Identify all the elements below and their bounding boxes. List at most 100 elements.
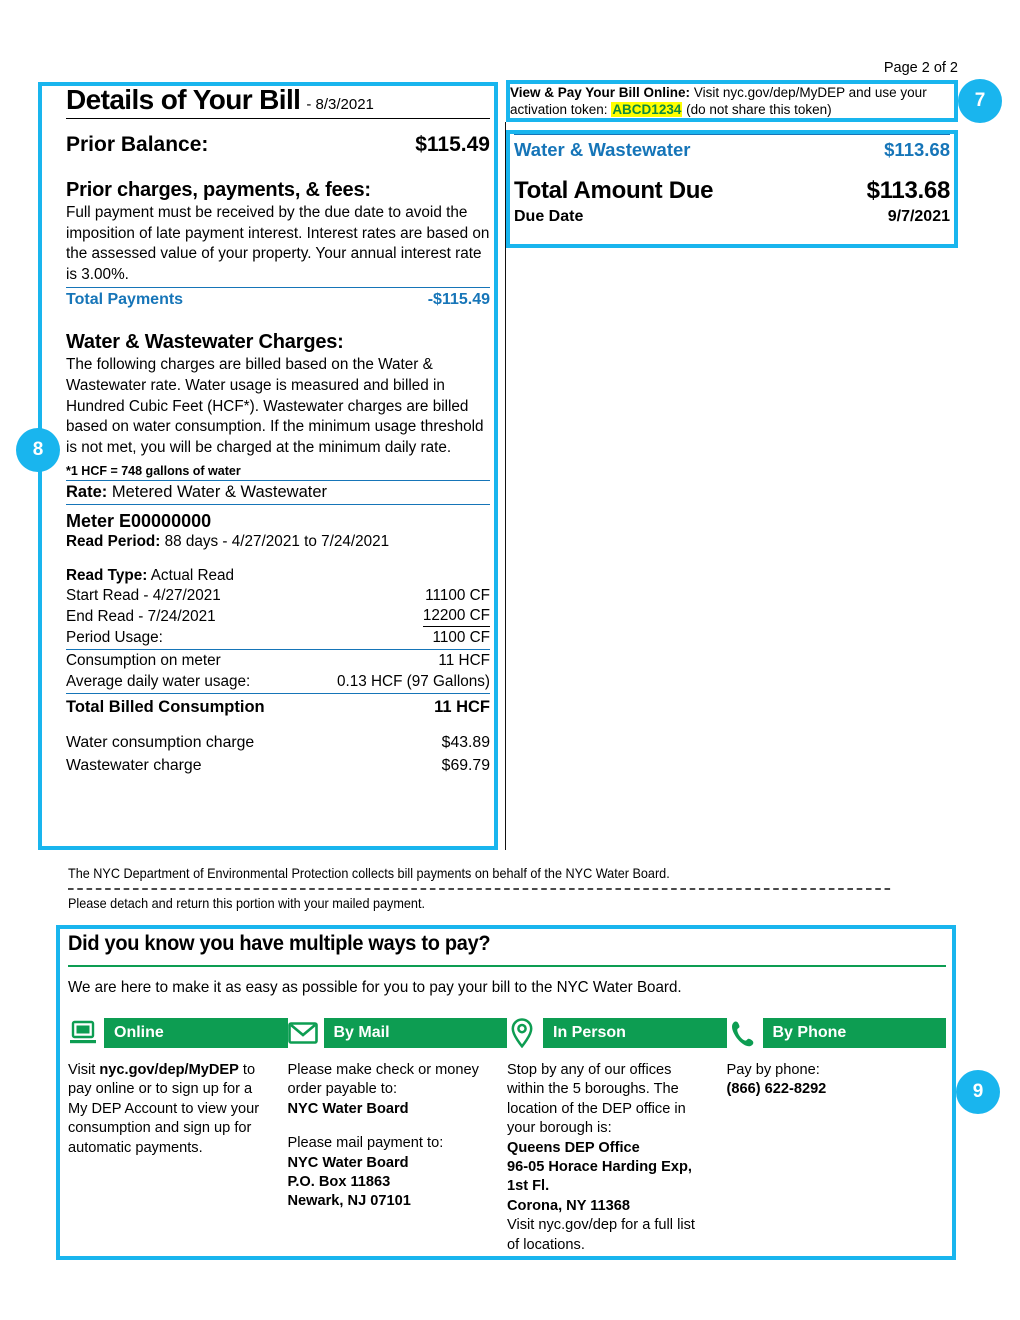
laptop-icon xyxy=(68,1018,98,1048)
pay-method-column: In Person Stop by any of our offices with… xyxy=(507,1017,727,1255)
pay-plain-text: Pay by phone: xyxy=(726,1062,820,1078)
pay-method-label[interactable]: Online xyxy=(104,1018,288,1048)
activation-token-value: ABCD1234 xyxy=(611,102,683,117)
column-divider xyxy=(505,122,506,850)
pay-method-header: By Mail xyxy=(287,1017,507,1049)
average-usage-value: 0.13 HCF (97 Gallons) xyxy=(336,673,490,691)
pay-emphasis-text: nyc.gov/dep/MyDEP xyxy=(99,1062,239,1078)
pay-method-column: Online Visit nyc.gov/dep/MyDEP to pay onl… xyxy=(68,1017,288,1255)
pay-method-body: Please make check or money order payable… xyxy=(288,1061,508,1212)
pay-method-paragraph: Visit nyc.gov/dep/MyDEP to pay online or… xyxy=(68,1061,272,1158)
charge-row: Wastewater charge $69.79 xyxy=(66,754,490,777)
meter-read-row: Start Read - 4/27/2021 11100 CF xyxy=(66,585,490,606)
summary-service-amount: $113.68 xyxy=(884,139,950,160)
detach-dashed-line xyxy=(68,888,891,890)
water-charges-heading: Water & Wastewater Charges: xyxy=(66,331,344,354)
meter-read-value: 11100 CF xyxy=(425,587,490,605)
pay-method-body: Pay by phone: (866) 622-8292 xyxy=(727,1061,947,1100)
pay-plain-text: Visit nyc.gov/dep for a full list of loc… xyxy=(507,1217,695,1253)
bill-details-section: Details of Your Bill - 8/3/2021 Prior Ba… xyxy=(66,84,490,777)
meter-read-label: Period Usage: xyxy=(66,629,163,647)
prior-balance-value: $115.49 xyxy=(415,133,490,156)
ways-to-pay-section: Did you know you have multiple ways to p… xyxy=(68,932,946,1255)
summary-service-row: Water & Wastewater $113.68 xyxy=(514,139,950,177)
bill-title-row: Details of Your Bill - 8/3/2021 xyxy=(66,84,490,119)
meter-read-label: End Read - 7/24/2021 xyxy=(66,608,216,626)
detach-instruction-text: Please detach and return this portion wi… xyxy=(68,896,425,911)
read-period-value: 88 days - 4/27/2021 to 7/24/2021 xyxy=(160,533,390,551)
total-payments-label: Total Payments xyxy=(66,291,184,309)
water-charges-text: The following charges are billed based o… xyxy=(66,356,484,456)
pay-plain-text: Please mail payment to: xyxy=(287,1135,444,1152)
ways-to-pay-rule xyxy=(68,965,946,967)
activation-token-notice: View & Pay Your Bill Online: Visit nyc.g… xyxy=(510,84,948,118)
charges-block: Water consumption charge $43.89 Wastewat… xyxy=(66,731,490,777)
read-period-label: Read Period: xyxy=(66,533,161,551)
rate-value: Metered Water & Wastewater xyxy=(107,483,328,502)
pay-plain-text: Please make check or money order payable… xyxy=(287,1062,479,1098)
total-billed-value: 11 HCF xyxy=(434,698,490,717)
token-notice-lead: View & Pay Your Bill Online: xyxy=(510,85,691,100)
pay-method-label[interactable]: By Mail xyxy=(323,1018,507,1048)
summary-due-row: Due Date 9/7/2021 xyxy=(514,205,950,226)
callout-badge-9: 9 xyxy=(956,1070,1000,1114)
meter-read-value: 12200 CF xyxy=(422,606,490,628)
pay-method-column: By Mail Please make check or money order … xyxy=(287,1017,508,1255)
charge-value: $43.89 xyxy=(441,734,490,752)
average-usage-row: Average daily water usage: 0.13 HCF (97 … xyxy=(66,671,490,695)
ways-to-pay-title: Did you know you have multiple ways to p… xyxy=(68,932,491,955)
pay-method-paragraph: Stop by any of our offices within the 5 … xyxy=(507,1061,711,1255)
charge-label: Wastewater charge xyxy=(66,757,202,775)
pay-emphasis-text: Queens DEP Office 96-05 Horace Harding Ex… xyxy=(507,1139,692,1214)
prior-charges-text: Full payment must be received by the due… xyxy=(66,204,490,283)
summary-total-amount: $113.68 xyxy=(866,177,951,204)
pay-method-column: By Phone Pay by phone: (866) 622-8292 xyxy=(727,1017,947,1255)
pay-emphasis-text: NYC Water Board P.O. Box 11863 Newark, NJ … xyxy=(287,1154,411,1210)
consumption-label: Consumption on meter xyxy=(66,652,221,670)
charge-value: $69.79 xyxy=(441,757,490,775)
pay-plain-text: Visit xyxy=(68,1062,100,1078)
summary-total-label: Total Amount Due xyxy=(514,177,714,204)
consumption-value: 11 HCF xyxy=(438,652,490,670)
meter-read-label: Start Read - 4/27/2021 xyxy=(66,587,221,605)
pay-plain-text: Stop by any of our offices within the 5 … xyxy=(507,1062,686,1137)
envelope-icon xyxy=(287,1018,318,1048)
pay-method-paragraph: Please mail payment to: NYC Water Board P.… xyxy=(288,1134,492,1212)
pay-method-body: Stop by any of our offices within the 5 … xyxy=(507,1061,727,1255)
meter-read-row: Period Usage: 1100 CF xyxy=(66,627,490,651)
total-payments-value: -$115.49 xyxy=(427,291,490,309)
callout-badge-8: 8 xyxy=(16,428,60,472)
detach-notice: The NYC Department of Environmental Prot… xyxy=(68,866,891,911)
pay-method-label[interactable]: In Person xyxy=(543,1018,727,1048)
pay-method-paragraph: Pay by phone: (866) 622-8292 xyxy=(727,1061,931,1100)
meter-read-value: 1100 CF xyxy=(432,629,490,647)
token-notice-after: (do not share this token) xyxy=(682,102,832,117)
ways-to-pay-columns: Online Visit nyc.gov/dep/MyDEP to pay onl… xyxy=(68,1017,946,1255)
ways-to-pay-subtitle: We are here to make it as easy as possib… xyxy=(68,979,682,996)
prior-balance-row: Prior Balance: $115.49 xyxy=(66,133,490,157)
pay-emphasis-text: (866) 622-8292 xyxy=(726,1081,827,1098)
summary-top-rule xyxy=(514,134,950,135)
page-number: Page 2 of 2 xyxy=(883,60,958,76)
meter-read-row: End Read - 7/24/2021 12200 CF xyxy=(66,606,490,628)
read-type-label: Read Type: xyxy=(66,567,148,585)
summary-due-label: Due Date xyxy=(514,208,584,225)
pay-method-header: By Phone xyxy=(727,1017,946,1049)
total-payments-row: Total Payments -$115.49 xyxy=(66,287,490,309)
page-title: Details of Your Bill xyxy=(66,84,301,115)
pay-method-body: Visit nyc.gov/dep/MyDEP to pay online or… xyxy=(68,1061,288,1158)
rate-row: Rate: Metered Water & Wastewater xyxy=(66,481,490,506)
hcf-footnote: *1 HCF = 748 gallons of water xyxy=(66,464,490,482)
amount-due-summary: Water & Wastewater $113.68 Total Amount … xyxy=(514,134,950,226)
pay-method-label[interactable]: By Phone xyxy=(762,1018,946,1048)
total-billed-consumption-row: Total Billed Consumption 11 HCF xyxy=(66,698,490,717)
rate-label: Rate: xyxy=(66,483,108,502)
bill-date: - 8/3/2021 xyxy=(306,96,374,113)
collection-notice-text: The NYC Department of Environmental Prot… xyxy=(68,866,670,881)
callout-badge-7: 7 xyxy=(958,79,1002,123)
summary-total-row: Total Amount Due $113.68 xyxy=(514,177,950,205)
pay-emphasis-text: NYC Water Board xyxy=(287,1100,409,1117)
pay-method-paragraph: Please make check or money order payable… xyxy=(288,1061,492,1119)
total-billed-label: Total Billed Consumption xyxy=(66,698,265,717)
average-usage-label: Average daily water usage: xyxy=(66,673,251,691)
